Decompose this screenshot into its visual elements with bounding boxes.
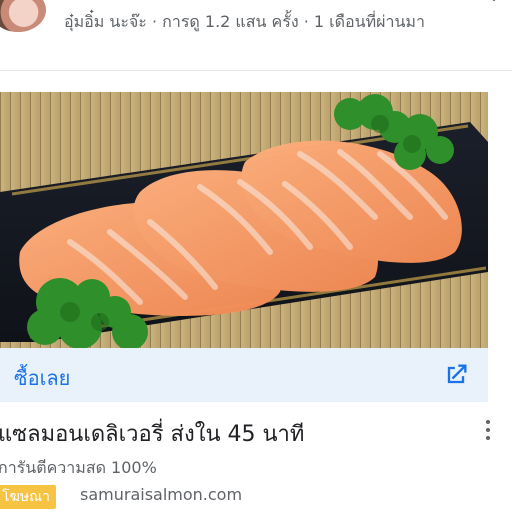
chevron-down-icon[interactable]: [486, 0, 502, 2]
channel-meta: อุ๋มอิ๋ม นะจ๊ะ · การดู 1.2 แสน ครั้ง · 1…: [64, 12, 425, 31]
channel-avatar[interactable]: [0, 0, 46, 32]
ad-badge: โฆษณา: [0, 485, 56, 509]
open-in-new-icon[interactable]: [442, 361, 470, 389]
more-vert-icon[interactable]: [484, 420, 492, 444]
video-header: อุ๋มอิ๋ม นะจ๊ะ · การดู 1.2 แสน ครั้ง · 1…: [0, 0, 512, 70]
video-title-cutoff[interactable]: [62, 0, 422, 2]
sushi-image: [0, 92, 488, 348]
divider: [0, 70, 512, 71]
ad-description: การันตีความสด 100%: [0, 458, 157, 477]
ad-image[interactable]: [0, 92, 488, 348]
ad-domain[interactable]: samuraisalmon.com: [80, 485, 242, 504]
ad-title[interactable]: แซลมอนเดลิเวอรี่ ส่งใน 45 นาที: [0, 416, 304, 451]
buy-now-button[interactable]: ซื้อเลย: [14, 362, 70, 394]
cta-bar[interactable]: ซื้อเลย: [0, 348, 488, 402]
